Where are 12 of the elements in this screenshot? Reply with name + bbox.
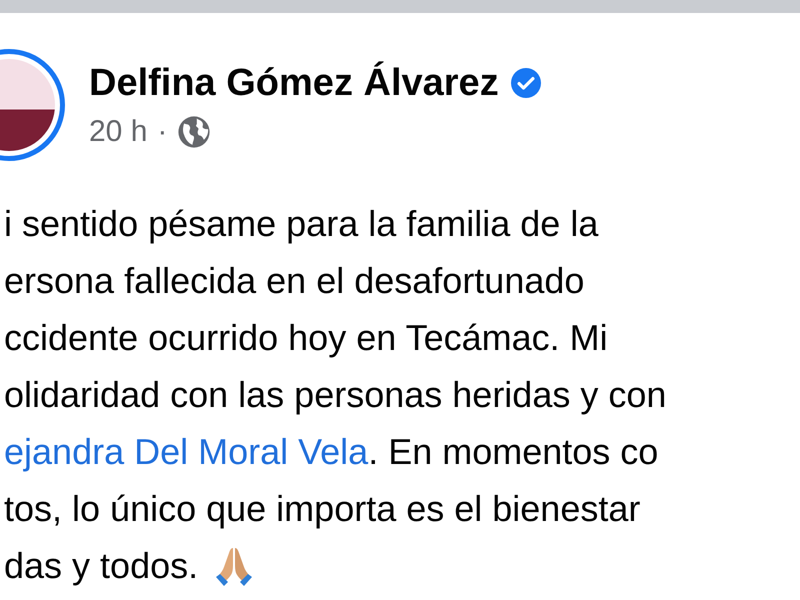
post-text-line: tos, lo único que importa es el bienestar (4, 488, 640, 530)
post-text-line: das y todos. (4, 544, 198, 586)
globe-icon (177, 114, 212, 148)
post-text-line: ejandra Del Moral Vela. En momentos co (4, 430, 658, 472)
author-name[interactable]: Delfina Gómez Álvarez (89, 62, 499, 104)
post-text-line: i sentido pésame para la familia de la (4, 202, 598, 244)
post-text-line: ccidente ocurrido hoy en Tecámac. Mi (4, 316, 608, 358)
mention-link[interactable]: ejandra Del Moral Vela (4, 430, 368, 472)
post-text-line: olidaridad con las personas heridas y con (4, 374, 666, 416)
post-time[interactable]: 20 h (89, 114, 148, 148)
separator-dot: · (157, 114, 168, 148)
post-text-line: ersona fallecida en el desafortunado (4, 260, 584, 302)
